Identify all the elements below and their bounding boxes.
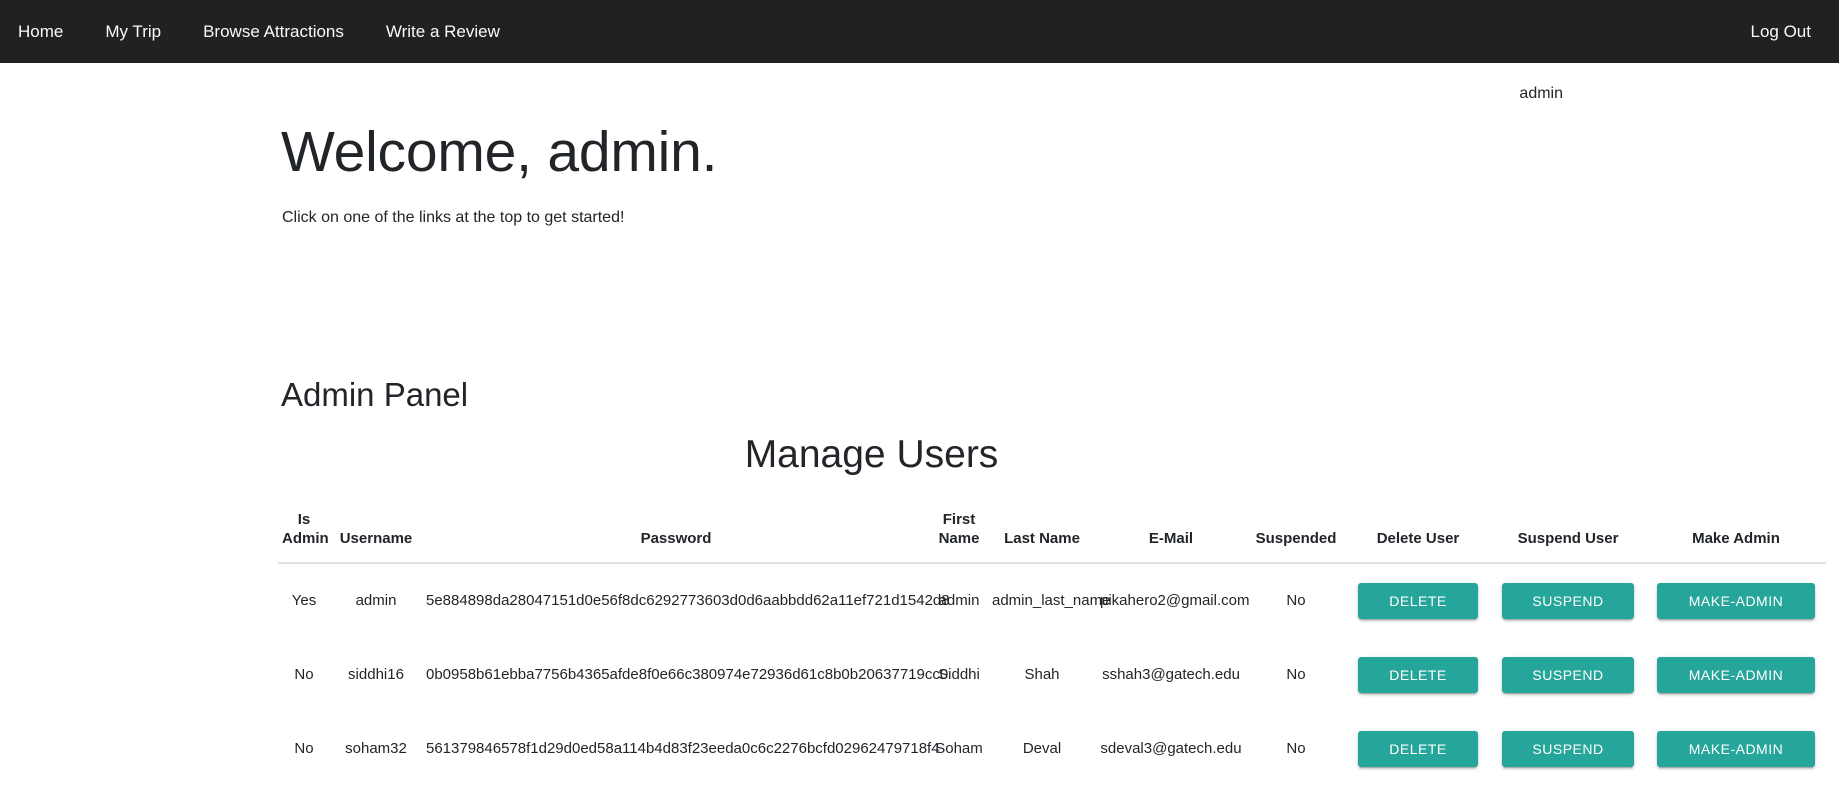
cell-email: vvellanki3@gatech.edu: [1096, 786, 1246, 800]
cell-password: 561379846578f1d29d0ed58a114b4d83f23eeda0…: [426, 740, 940, 757]
welcome-subtitle: Click on one of the links at the top to …: [282, 208, 625, 226]
column-header-delete-user: Delete User: [1346, 511, 1490, 564]
nav-link-home[interactable]: Home: [8, 15, 73, 48]
table-row: No soham32 561379846578f1d29d0ed58a114b4…: [278, 712, 1826, 786]
current-username-label: admin: [1519, 85, 1563, 102]
cell-username: admin: [355, 592, 397, 609]
cell-suspend-action: SUSPEND: [1490, 712, 1646, 786]
cell-last-name: admin_last_name: [992, 592, 1111, 609]
cell-username: siddhi16: [348, 666, 404, 683]
nav-link-browse-attractions[interactable]: Browse Attractions: [193, 15, 354, 48]
suspend-user-button[interactable]: SUSPEND: [1502, 656, 1634, 693]
cell-email: sshah3@gatech.edu: [1102, 666, 1240, 683]
cell-is-admin: No: [294, 666, 314, 683]
delete-user-button[interactable]: DELETE: [1358, 656, 1478, 693]
cell-suspend-action: SUSPEND: [1490, 638, 1646, 712]
cell-make-admin-action: MAKE-ADMIN: [1646, 786, 1826, 800]
suspend-user-button[interactable]: SUSPEND: [1502, 582, 1634, 619]
manage-users-table: Is Admin Username Password First Name La…: [278, 511, 1826, 800]
cell-password: 0b0958b61ebba7756b4365afde8f0e66c380974e…: [426, 666, 949, 683]
cell-make-admin-action: MAKE-ADMIN: [1646, 563, 1826, 638]
cell-is-admin: No: [278, 786, 330, 800]
table-header-row: Is Admin Username Password First Name La…: [278, 511, 1826, 564]
make-admin-button[interactable]: MAKE-ADMIN: [1657, 656, 1815, 693]
cell-email: pikahero2@gmail.com: [1100, 592, 1250, 609]
cell-suspended: No: [1286, 592, 1306, 609]
cell-suspended: No: [1286, 666, 1306, 683]
nav-link-my-trip[interactable]: My Trip: [95, 15, 171, 48]
suspend-user-button[interactable]: SUSPEND: [1502, 730, 1634, 767]
delete-user-button[interactable]: DELETE: [1358, 582, 1478, 619]
delete-user-button[interactable]: DELETE: [1358, 730, 1478, 767]
cell-first-name: Siddhi: [938, 666, 980, 683]
cell-last-name: Deval: [1022, 740, 1062, 757]
top-navbar: Home My Trip Browse Attractions Write a …: [0, 0, 1839, 63]
manage-users-heading: Manage Users: [744, 433, 999, 476]
cell-suspend-action: SUSPEND: [1490, 563, 1646, 638]
nav-link-write-a-review[interactable]: Write a Review: [376, 15, 510, 48]
cell-password: e8ab89969a7cd8c01df268af371f0f767d16d0e7…: [422, 786, 930, 800]
navbar-right: Log Out: [1733, 15, 1822, 48]
cell-username: soham32: [345, 740, 407, 757]
page-title: Welcome, admin.: [281, 120, 718, 184]
welcome-block: Welcome, admin. Click on one of the link…: [281, 121, 717, 227]
cell-last-name: Shah: [1024, 666, 1060, 683]
cell-make-admin-action: MAKE-ADMIN: [1646, 712, 1826, 786]
navbar-links: Home My Trip Browse Attractions Write a …: [0, 15, 1733, 48]
make-admin-button[interactable]: MAKE-ADMIN: [1657, 582, 1815, 619]
cell-delete-action: DELETE: [1346, 638, 1490, 712]
column-header-last-name: Last Name: [988, 511, 1096, 564]
column-header-suspended: Suspended: [1246, 511, 1346, 564]
cell-first-name: Vooha: [930, 786, 988, 800]
cell-suspended: No: [1286, 740, 1306, 757]
column-header-username: Username: [330, 511, 422, 564]
cell-is-admin: No: [294, 740, 314, 757]
cell-first-name: Soham: [935, 740, 983, 757]
cell-is-admin: Yes: [291, 592, 317, 609]
manage-users-table-container: Is Admin Username Password First Name La…: [278, 511, 1826, 800]
admin-panel-heading: Admin Panel: [281, 376, 469, 413]
column-header-password: Password: [422, 511, 930, 564]
make-admin-button[interactable]: MAKE-ADMIN: [1657, 730, 1815, 767]
column-header-first-name: First Name: [930, 511, 988, 564]
table-row: No vooha20 e8ab89969a7cd8c01df268af371f0…: [278, 786, 1826, 800]
cell-suspend-action: SUSPEND: [1490, 786, 1646, 800]
column-header-suspend-user: Suspend User: [1490, 511, 1646, 564]
table-body: Yes admin 5e884898da28047151d0e56f8dc629…: [278, 563, 1826, 800]
cell-delete-action: DELETE: [1346, 563, 1490, 638]
column-header-is-admin: Is Admin: [278, 511, 330, 564]
column-header-make-admin: Make Admin: [1646, 511, 1826, 564]
table-row: Yes admin 5e884898da28047151d0e56f8dc629…: [278, 563, 1826, 638]
cell-make-admin-action: MAKE-ADMIN: [1646, 638, 1826, 712]
page-content: admin Welcome, admin. Click on one of th…: [0, 63, 1839, 800]
table-header: Is Admin Username Password First Name La…: [278, 511, 1826, 564]
table-row: No siddhi16 0b0958b61ebba7756b4365afde8f…: [278, 638, 1826, 712]
column-header-email: E-Mail: [1096, 511, 1246, 564]
cell-first-name: admin: [938, 592, 980, 609]
cell-suspended: No: [1246, 786, 1346, 800]
cell-delete-action: DELETE: [1346, 786, 1490, 800]
cell-username: vooha20: [330, 786, 422, 800]
cell-password: 5e884898da28047151d0e56f8dc6292773603d0d…: [426, 592, 950, 609]
cell-email: sdeval3@gatech.edu: [1100, 740, 1242, 757]
nav-link-log-out[interactable]: Log Out: [1741, 15, 1822, 48]
cell-delete-action: DELETE: [1346, 712, 1490, 786]
cell-last-name: Vellanki: [988, 786, 1096, 800]
